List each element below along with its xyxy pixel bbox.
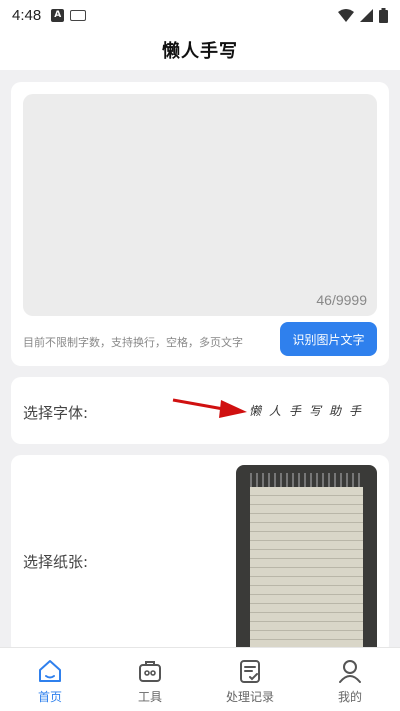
- tab-tools[interactable]: 工具: [100, 648, 200, 711]
- recognize-image-text-button[interactable]: 识别图片文字: [280, 322, 377, 356]
- keyboard-icon: [70, 9, 87, 21]
- font-label: 选择字体:: [23, 404, 89, 422]
- toolbox-icon: [139, 661, 161, 682]
- red-arrow-icon: [172, 398, 247, 418]
- tab-label-mine: 我的: [337, 690, 362, 704]
- app-header: 懒人手写: [0, 30, 400, 70]
- handwriting-text-area[interactable]: 46/9999: [23, 94, 377, 316]
- paper-preview-image[interactable]: [236, 465, 377, 655]
- bottom-tab-bar: 首页 工具 处理记录 我的: [0, 647, 400, 711]
- wifi-icon: [338, 8, 354, 22]
- paper-select-card[interactable]: 选择纸张:: [11, 455, 389, 655]
- tab-mine[interactable]: 我的: [300, 648, 400, 711]
- clipboard-icon: [240, 660, 260, 683]
- tab-history[interactable]: 处理记录: [200, 648, 300, 711]
- user-icon: [339, 660, 361, 683]
- status-bar: 4:48 A: [0, 0, 400, 30]
- home-icon: [39, 660, 61, 682]
- input-hint: 目前不限制字数，支持换行，空格，多页文字: [23, 336, 243, 349]
- text-input-card: 46/9999 目前不限制字数，支持换行，空格，多页文字 识别图片文字: [11, 82, 389, 366]
- lined-paper-sheet: [250, 487, 363, 655]
- signal-icon: [360, 8, 373, 22]
- page-title: 懒人手写: [162, 41, 238, 62]
- battery-icon: [379, 7, 388, 23]
- font-sample-preview[interactable]: 懒人手写助手: [249, 402, 369, 419]
- tab-label-tools: 工具: [137, 690, 162, 704]
- font-select-card[interactable]: 选择字体: 懒人手写助手: [11, 377, 389, 444]
- status-notification-icons: A: [51, 8, 87, 22]
- status-system-icons: [338, 7, 388, 23]
- app-notification-icon: A: [51, 8, 65, 22]
- char-count: 46/9999: [316, 292, 367, 308]
- tab-label-home: 首页: [37, 690, 62, 704]
- tab-home[interactable]: 首页: [0, 648, 100, 711]
- tab-label-history: 处理记录: [225, 690, 274, 704]
- status-time: 4:48: [12, 6, 42, 24]
- paper-label: 选择纸张:: [23, 553, 89, 571]
